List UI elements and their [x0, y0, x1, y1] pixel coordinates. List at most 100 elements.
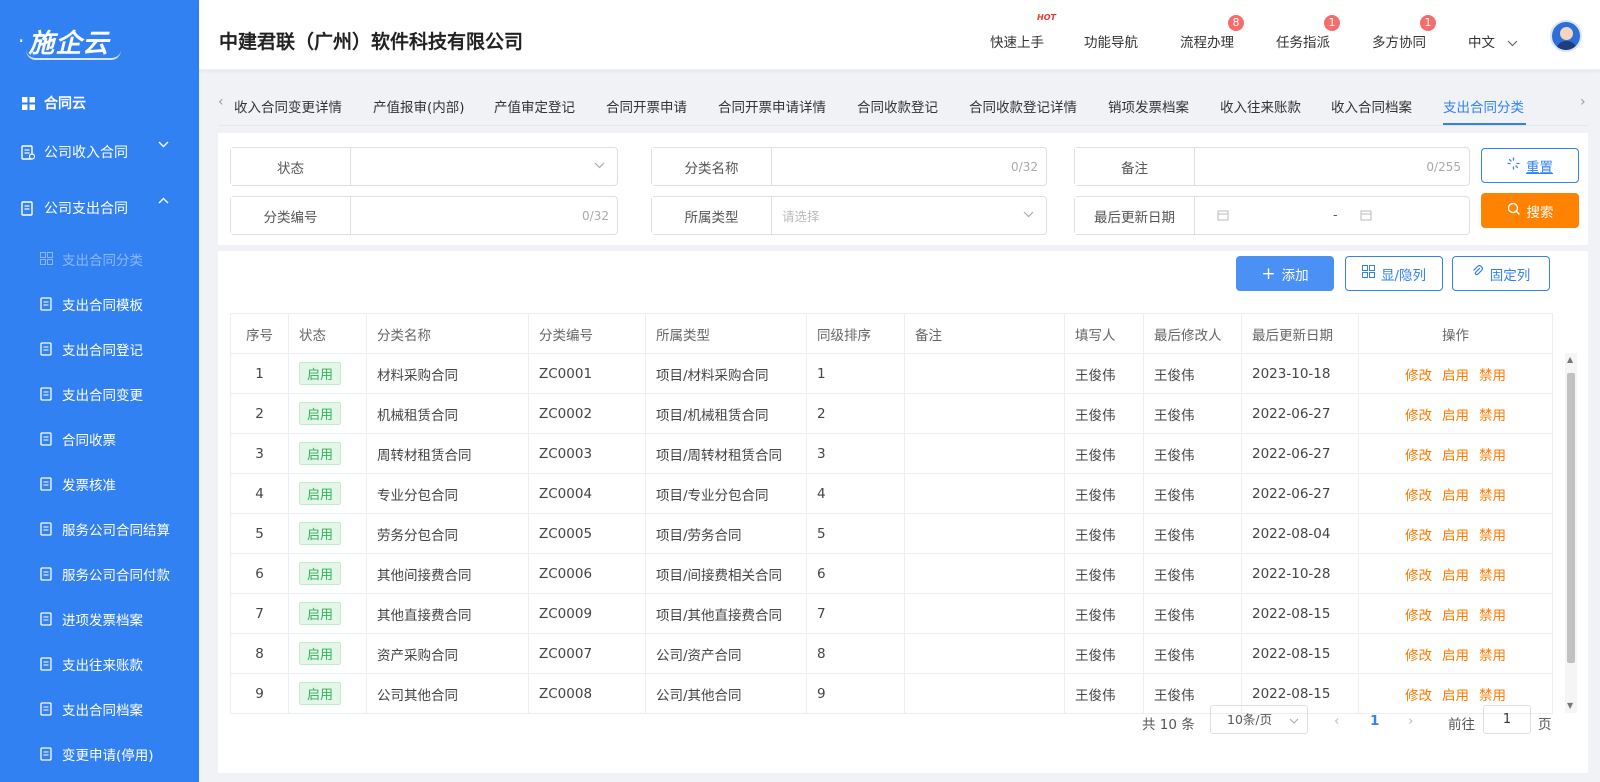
goto-page-input[interactable]: 1: [1483, 705, 1531, 734]
sidebar-subitem[interactable]: 进项发票档案: [0, 596, 199, 641]
table-scrollbar[interactable]: ▲ ▼: [1565, 353, 1577, 713]
scroll-up-icon[interactable]: ▲: [1567, 355, 1573, 364]
reset-button[interactable]: 重置: [1481, 148, 1579, 183]
disable-link[interactable]: 禁用: [1479, 528, 1506, 544]
edit-link[interactable]: 修改: [1405, 448, 1432, 464]
table-row[interactable]: 8 启用 资产采购合同 ZC0007 公司/资产合同 8 王俊伟 王俊伟 2022-08-15 修…: [230, 633, 1553, 674]
table-row[interactable]: 3 启用 周转材租赁合同 ZC0003 项目/周转材租赁合同 3 王俊伟 王俊伟 2022-06…: [230, 433, 1553, 474]
tab-item[interactable]: 合同开票申请: [606, 96, 687, 116]
table-row[interactable]: 9 启用 公司其他合同 ZC0008 公司/其他合同 9 王俊伟 王俊伟 2022-08-15 修…: [230, 673, 1553, 714]
disable-link[interactable]: 禁用: [1479, 568, 1506, 584]
page-size-select[interactable]: 10条/页: [1210, 705, 1308, 734]
chevron-left-icon[interactable]: ‹: [218, 94, 224, 110]
edit-link[interactable]: 修改: [1405, 568, 1432, 584]
edit-link[interactable]: 修改: [1405, 688, 1432, 704]
sidebar-subitem[interactable]: 服务公司合同结算: [0, 506, 199, 551]
fix-columns-button[interactable]: 固定列: [1452, 256, 1550, 291]
enable-link[interactable]: 启用: [1442, 688, 1469, 704]
enable-link[interactable]: 启用: [1442, 528, 1469, 544]
disable-link[interactable]: 禁用: [1479, 448, 1506, 464]
status-badge: 启用: [299, 442, 342, 465]
scroll-down-icon[interactable]: ▼: [1567, 701, 1573, 710]
nav-process-handle[interactable]: 流程办理 8: [1180, 15, 1244, 51]
tab-item[interactable]: 销项发票档案: [1108, 96, 1189, 116]
enable-link[interactable]: 启用: [1442, 448, 1469, 464]
nav-task-assign[interactable]: 任务指派 1: [1276, 15, 1340, 51]
enable-link[interactable]: 启用: [1442, 648, 1469, 664]
category-name-input[interactable]: 0/32: [772, 148, 1046, 185]
sidebar-subitem[interactable]: 支出合同分类: [0, 236, 199, 281]
category-name-filter[interactable]: 分类名称 0/32: [651, 147, 1047, 186]
table-row[interactable]: 7 启用 其他直接费合同 ZC0009 项目/其他直接费合同 7 王俊伟 王俊伟 2022-08…: [230, 593, 1553, 634]
calendar-icon[interactable]: [1217, 209, 1229, 224]
avatar[interactable]: [1550, 20, 1582, 52]
belong-type-select[interactable]: 请选择: [772, 197, 1046, 234]
edit-link[interactable]: 修改: [1405, 608, 1432, 624]
belong-type-filter[interactable]: 所属类型 请选择: [651, 196, 1047, 235]
edit-link[interactable]: 修改: [1405, 408, 1432, 424]
sidebar-item-contract-cloud[interactable]: 合同云: [0, 82, 199, 124]
enable-link[interactable]: 启用: [1442, 368, 1469, 384]
tab-item[interactable]: 收入往来账款: [1220, 96, 1301, 116]
date-range-picker[interactable]: -: [1195, 197, 1469, 234]
sidebar-subitem[interactable]: 支出合同变更: [0, 371, 199, 416]
disable-link[interactable]: 禁用: [1479, 488, 1506, 504]
nav-quick-start[interactable]: 快速上手 HOT: [990, 13, 1056, 51]
disable-link[interactable]: 禁用: [1479, 688, 1506, 704]
toggle-columns-button[interactable]: 显/隐列: [1345, 256, 1443, 291]
search-button[interactable]: 搜索: [1481, 193, 1579, 228]
language-select[interactable]: 中文: [1468, 31, 1518, 51]
status-filter[interactable]: 状态: [230, 147, 618, 186]
tab-item[interactable]: 合同收款登记: [857, 96, 938, 116]
disable-link[interactable]: 禁用: [1479, 368, 1506, 384]
tab-item[interactable]: 收入合同变更详情: [234, 96, 342, 116]
tab-item[interactable]: 产值审定登记: [494, 96, 575, 116]
sidebar-group-expense-contract[interactable]: 公司支出合同: [0, 180, 199, 236]
tab-item[interactable]: 收入合同档案: [1331, 96, 1412, 116]
sidebar-subitem[interactable]: 支出合同登记: [0, 326, 199, 371]
remark-input[interactable]: 0/255: [1195, 148, 1469, 185]
table-row[interactable]: 4 启用 专业分包合同 ZC0004 项目/专业分包合同 4 王俊伟 王俊伟 2022-06-2…: [230, 473, 1553, 514]
category-code-input[interactable]: 0/32: [351, 197, 617, 234]
table-row[interactable]: 5 启用 劳务分包合同 ZC0005 项目/劳务合同 5 王俊伟 王俊伟 2022-08-04 修…: [230, 513, 1553, 554]
disable-link[interactable]: 禁用: [1479, 408, 1506, 424]
chevron-right-icon[interactable]: ›: [1580, 94, 1586, 110]
tab-item[interactable]: 产值报审(内部): [373, 96, 465, 116]
table-row[interactable]: 6 启用 其他间接费合同 ZC0006 项目/间接费相关合同 6 王俊伟 王俊伟 2022-10…: [230, 553, 1553, 594]
last-update-filter[interactable]: 最后更新日期 -: [1074, 196, 1470, 235]
next-page-icon[interactable]: ›: [1408, 713, 1413, 729]
tab-item[interactable]: 合同收款登记详情: [969, 96, 1077, 116]
sidebar-subitem[interactable]: 合同收票: [0, 416, 199, 461]
enable-link[interactable]: 启用: [1442, 488, 1469, 504]
category-code-filter[interactable]: 分类编号 0/32: [230, 196, 618, 235]
table-row[interactable]: 2 启用 机械租赁合同 ZC0002 项目/机械租赁合同 2 王俊伟 王俊伟 2022-06-2…: [230, 393, 1553, 434]
disable-link[interactable]: 禁用: [1479, 648, 1506, 664]
calendar-icon[interactable]: [1360, 209, 1372, 224]
edit-link[interactable]: 修改: [1405, 488, 1432, 504]
nav-function-guide[interactable]: 功能导航: [1084, 31, 1138, 51]
enable-link[interactable]: 启用: [1442, 608, 1469, 624]
sidebar-subitem[interactable]: 支出往来账款: [0, 641, 199, 686]
sidebar-subitem[interactable]: 支出合同档案: [0, 686, 199, 731]
edit-link[interactable]: 修改: [1405, 368, 1432, 384]
tab-item[interactable]: 支出合同分类: [1443, 96, 1524, 116]
scroll-thumb[interactable]: [1567, 373, 1575, 663]
current-page[interactable]: 1: [1370, 713, 1379, 729]
sidebar-subitem[interactable]: 服务公司合同付款: [0, 551, 199, 596]
enable-link[interactable]: 启用: [1442, 408, 1469, 424]
disable-link[interactable]: 禁用: [1479, 608, 1506, 624]
remark-filter[interactable]: 备注 0/255: [1074, 147, 1470, 186]
sidebar-group-income-contract[interactable]: 公司收入合同: [0, 124, 199, 180]
nav-collaboration[interactable]: 多方协同 1: [1372, 15, 1436, 51]
enable-link[interactable]: 启用: [1442, 568, 1469, 584]
add-button[interactable]: + 添加: [1236, 256, 1334, 291]
sidebar-subitem[interactable]: 支出合同模板: [0, 281, 199, 326]
sidebar-subitem[interactable]: 发票核准: [0, 461, 199, 506]
table-row[interactable]: 1 启用 材料采购合同 ZC0001 项目/材料采购合同 1 王俊伟 王俊伟 2023-10-1…: [230, 353, 1553, 394]
sidebar-subitem[interactable]: 变更申请(停用): [0, 731, 199, 776]
status-select[interactable]: [351, 148, 617, 185]
edit-link[interactable]: 修改: [1405, 528, 1432, 544]
edit-link[interactable]: 修改: [1405, 648, 1432, 664]
tab-item[interactable]: 合同开票申请详情: [718, 96, 826, 116]
prev-page-icon[interactable]: ‹: [1334, 713, 1339, 729]
